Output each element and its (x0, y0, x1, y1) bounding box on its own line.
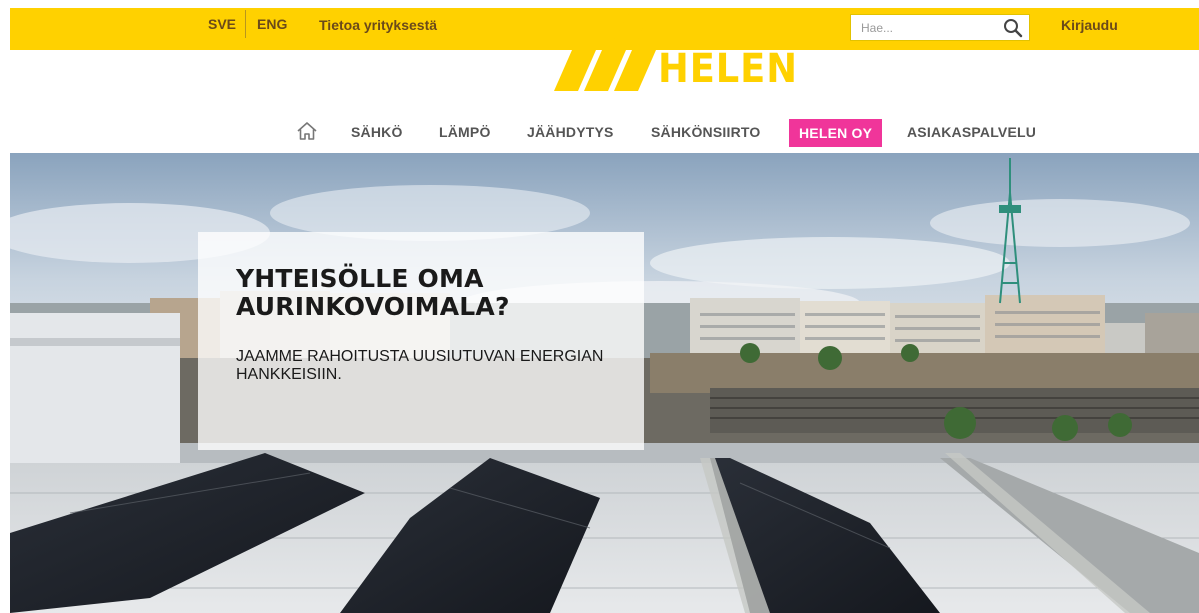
home-icon[interactable] (296, 121, 318, 141)
brand-name: HELEN (658, 46, 798, 92)
language-eng-link[interactable]: ENG (257, 16, 287, 32)
about-company-link[interactable]: Tietoa yrityksestä (319, 17, 437, 33)
nav-item-helen-oy[interactable]: HELEN OY (789, 119, 883, 147)
search-box (850, 14, 1030, 41)
promo-box[interactable]: YHTEISÖLLE OMA AURINKOVOIMALA? JAAMME RA… (198, 232, 644, 450)
nav-item-jaahdytys[interactable]: JÄÄHDYTYS (527, 124, 614, 140)
language-divider (245, 10, 246, 38)
nav-item-sahko[interactable]: SÄHKÖ (351, 124, 403, 140)
nav-item-asiakaspalvelu[interactable]: ASIAKASPALVELU (907, 124, 1036, 140)
main-navigation: SÄHKÖ LÄMPÖ JÄÄHDYTYS SÄHKÖNSIIRTO HELEN… (0, 119, 1199, 147)
login-link[interactable]: Kirjaudu (1061, 17, 1118, 33)
search-icon[interactable] (1003, 18, 1023, 38)
nav-item-sahkonsiirto[interactable]: SÄHKÖNSIIRTO (651, 124, 761, 140)
nav-item-lampo[interactable]: LÄMPÖ (439, 124, 491, 140)
promo-subtitle: JAAMME RAHOITUSTA UUSIUTUVAN ENERGIAN HA… (236, 348, 604, 383)
promo-title: YHTEISÖLLE OMA AURINKOVOIMALA? (236, 264, 510, 321)
search-input[interactable] (851, 15, 996, 40)
language-sve-link[interactable]: SVE (208, 16, 236, 32)
